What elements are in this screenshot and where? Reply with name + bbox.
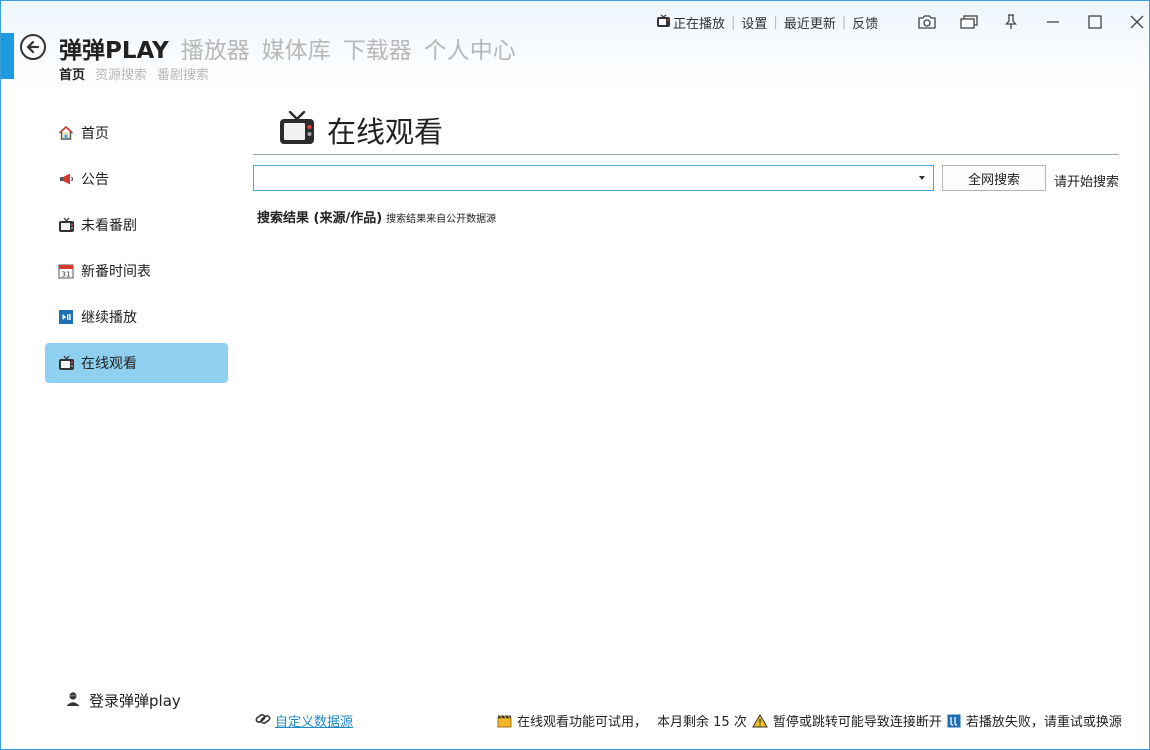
svg-text:31: 31 — [62, 271, 71, 279]
link-icon — [255, 711, 271, 730]
close-button[interactable] — [1116, 9, 1149, 35]
main-nav: 弹弹PLAY 播放器 媒体库 下载器 个人中心 — [59, 31, 516, 65]
sidebar-item-label: 新番时间表 — [81, 264, 151, 280]
mini-mode-button[interactable] — [948, 9, 990, 35]
login-button[interactable]: 登录弹弹play — [65, 690, 181, 711]
separator: | — [731, 15, 736, 30]
nav-tab-library[interactable]: 媒体库 — [262, 31, 331, 65]
accent-strip — [1, 33, 14, 79]
sidebar-item-label: 继续播放 — [81, 310, 137, 326]
tv-icon — [57, 354, 75, 372]
title-divider — [253, 154, 1119, 155]
screenshot-button[interactable] — [906, 9, 948, 35]
clapperboard-icon — [497, 714, 512, 728]
settings-link[interactable]: 设置 — [741, 13, 767, 32]
warning-text: 暂停或跳转可能导致连接断开 — [772, 715, 942, 730]
footer-left: 自定义数据源 — [255, 711, 353, 730]
page-title-text: 在线观看 — [327, 115, 444, 149]
sidebar-item-label: 公告 — [81, 172, 109, 188]
chevron-down-icon[interactable] — [919, 176, 925, 180]
home-icon — [57, 124, 75, 142]
separator: | — [841, 15, 847, 30]
sidebar-item-continue[interactable]: 继续播放 — [45, 297, 228, 337]
nav-brand[interactable]: 弹弹PLAY — [59, 31, 169, 65]
pin-icon — [1005, 14, 1017, 29]
login-label: 登录弹弹play — [89, 692, 181, 710]
results-header: 搜索结果 (来源/作品) 搜索结果来自公开数据源 — [257, 207, 496, 226]
trial-notice: 在线观看功能可试用， — [517, 715, 648, 730]
top-links: 正在播放 | 设置 | 最近更新 | 反馈 — [656, 13, 878, 32]
footer-right: 在线观看功能可试用， 本月剩余 15 次 暂停或跳转可能导致连接断开 若播放失败… — [497, 711, 1122, 730]
sidebar-item-label: 首页 — [81, 126, 109, 142]
search-combobox[interactable] — [253, 165, 934, 191]
maximize-button[interactable] — [1074, 9, 1116, 35]
sidebar-item-label: 未看番剧 — [81, 218, 137, 234]
retry-tip: 若播放失败，请重试或换源 — [965, 715, 1122, 730]
app-window: 弹弹PLAY 播放器 媒体库 下载器 个人中心 首页 资源搜索 番剧搜索 正在播… — [0, 0, 1150, 750]
search-status: 请开始搜索 — [1054, 175, 1120, 190]
arrow-left-icon — [26, 40, 40, 54]
sidebar: 首页 公告 未看番剧 31 新番时间表 继续播放 在线观看 — [45, 113, 228, 389]
tv-icon — [279, 110, 315, 149]
sub-tab-resource-search[interactable]: 资源搜索 — [95, 64, 147, 83]
calendar-icon: 31 — [57, 262, 75, 280]
user-icon — [65, 691, 81, 711]
now-playing-link[interactable]: 正在播放 — [673, 13, 725, 32]
sidebar-item-announcements[interactable]: 公告 — [45, 159, 228, 199]
tv-icon — [57, 216, 75, 234]
sidebar-item-unwatched[interactable]: 未看番剧 — [45, 205, 228, 245]
sidebar-item-online-watch[interactable]: 在线观看 — [45, 343, 228, 383]
search-input[interactable] — [254, 166, 933, 190]
results-title: 搜索结果 (来源/作品) — [257, 211, 383, 226]
sub-nav: 首页 资源搜索 番剧搜索 — [59, 64, 209, 83]
recent-updates-link[interactable]: 最近更新 — [784, 13, 836, 32]
warning-icon — [751, 713, 768, 728]
camera-icon — [918, 15, 936, 29]
close-icon — [1130, 15, 1144, 29]
retry-icon — [947, 714, 961, 728]
results-note: 搜索结果来自公开数据源 — [386, 214, 497, 225]
sidebar-item-home[interactable]: 首页 — [45, 113, 228, 153]
minimize-button[interactable] — [1032, 9, 1074, 35]
maximize-icon — [1088, 15, 1102, 29]
megaphone-icon — [57, 170, 75, 188]
window-controls — [906, 9, 1149, 35]
page-title: 在线观看 — [279, 109, 443, 151]
separator: | — [773, 15, 778, 30]
remaining-count: 本月剩余 15 次 — [657, 715, 747, 730]
pip-icon — [960, 15, 978, 29]
play-pause-icon — [57, 308, 75, 326]
sidebar-item-schedule[interactable]: 31 新番时间表 — [45, 251, 228, 291]
nav-tab-profile[interactable]: 个人中心 — [424, 31, 516, 65]
sub-tab-home[interactable]: 首页 — [59, 64, 85, 83]
pin-button[interactable] — [990, 9, 1032, 35]
feedback-link[interactable]: 反馈 — [852, 13, 878, 32]
sub-tab-anime-search[interactable]: 番剧搜索 — [157, 64, 209, 83]
minimize-icon — [1047, 21, 1059, 23]
sidebar-item-label: 在线观看 — [81, 356, 137, 372]
tv-icon — [656, 14, 671, 32]
nav-tab-downloader[interactable]: 下载器 — [343, 31, 412, 65]
custom-source-link[interactable]: 自定义数据源 — [275, 711, 353, 730]
web-search-button[interactable]: 全网搜索 — [942, 165, 1046, 191]
back-button[interactable] — [20, 34, 46, 60]
nav-tab-player[interactable]: 播放器 — [181, 31, 250, 65]
